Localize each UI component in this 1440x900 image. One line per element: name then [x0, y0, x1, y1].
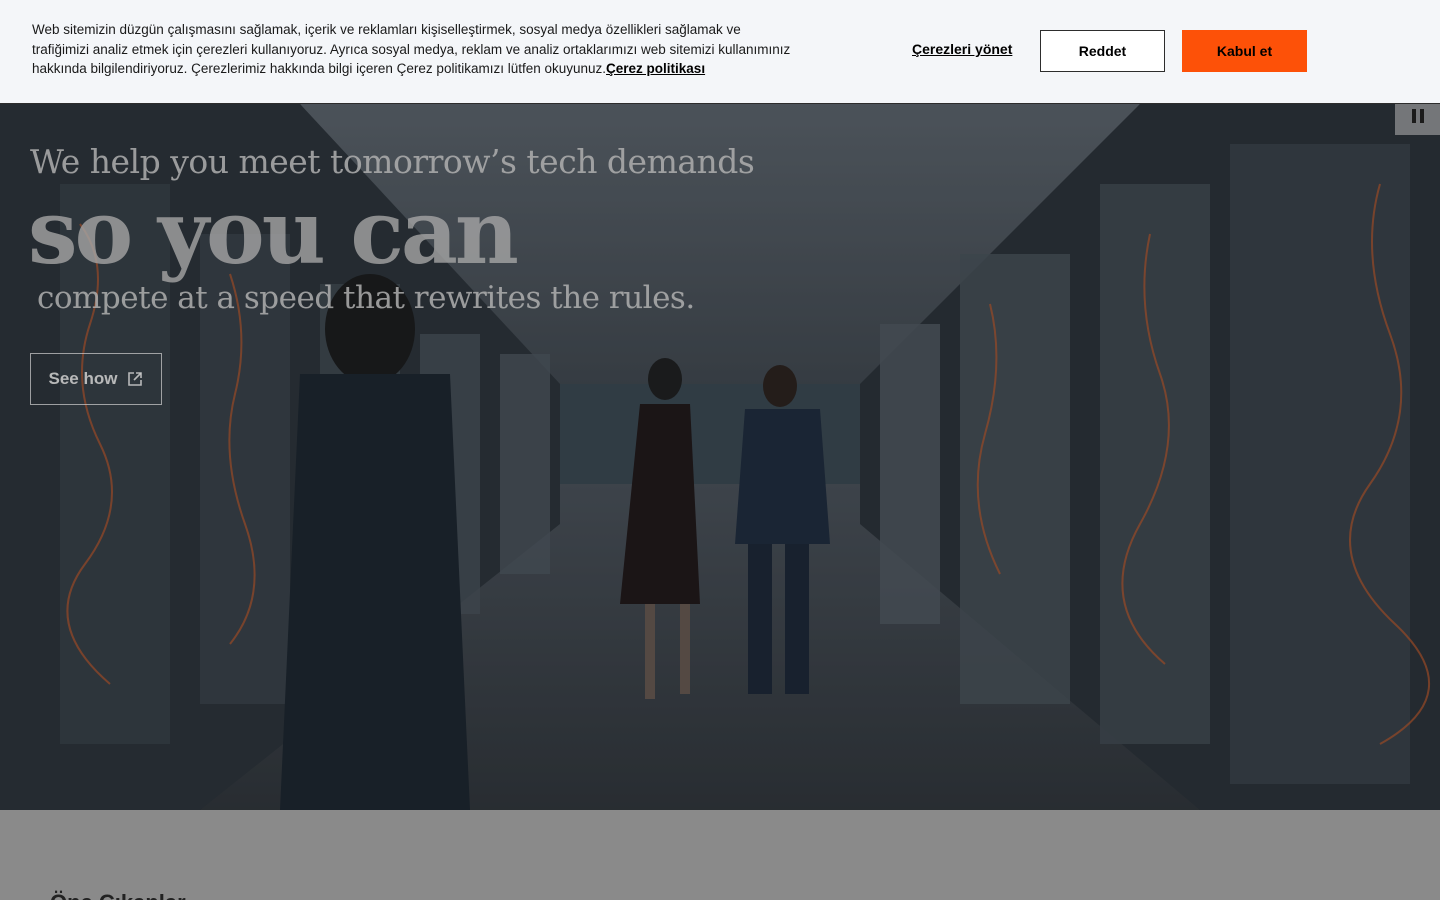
hero-tagline: We help you meet tomorrow’s tech demands — [30, 142, 755, 181]
highlights-section: Öne Çıkanlar — [0, 810, 1440, 900]
cookie-banner: Web sitemizin düzgün çalışmasını sağlama… — [0, 0, 1440, 104]
see-how-label: See how — [48, 369, 118, 388]
pause-icon — [1411, 109, 1416, 123]
manage-cookies-link[interactable]: Çerezleri yönet — [912, 41, 1012, 57]
cookie-policy-link[interactable]: Çerez politikası — [606, 61, 705, 76]
pause-icon-bar — [1419, 109, 1424, 123]
cookie-message: Web sitemizin düzgün çalışmasını sağlama… — [32, 20, 792, 79]
accept-cookies-button[interactable]: Kabul et — [1182, 30, 1307, 72]
external-link-icon — [128, 372, 143, 386]
highlights-heading: Öne Çıkanlar — [50, 890, 186, 900]
see-how-button[interactable]: See how — [30, 353, 162, 405]
hero-section: We help you meet tomorrow’s tech demands… — [0, 104, 1440, 810]
reject-cookies-button[interactable]: Reddet — [1040, 30, 1165, 72]
hero-subheadline: compete at a speed that rewrites the rul… — [37, 280, 695, 316]
hero-headline: so you can — [28, 180, 519, 284]
